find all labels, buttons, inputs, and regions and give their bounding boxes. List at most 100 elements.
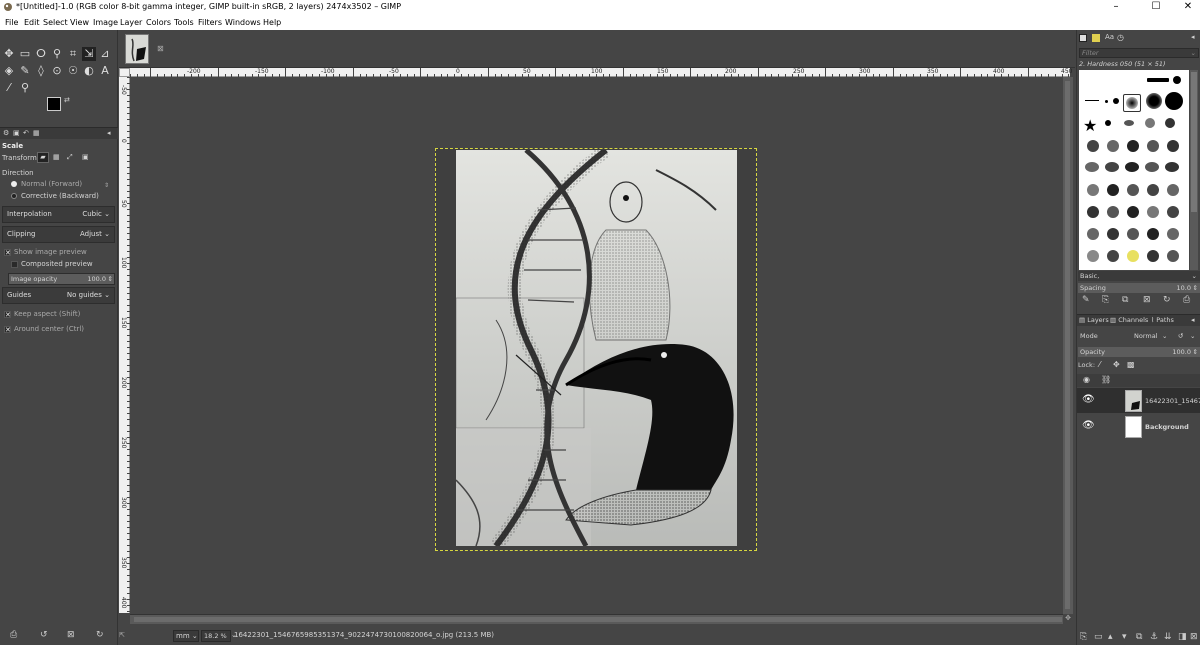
lock-alpha-icon[interactable]: ▩ [1127,360,1135,369]
horizontal-scrollbar[interactable] [130,614,1068,624]
refresh-brushes-icon[interactable]: ↻ [1163,295,1171,305]
menu-windows[interactable]: Windows [225,18,261,27]
panel-menu-icon[interactable]: ◂ [1191,33,1195,41]
duplicate-layer-icon[interactable]: ⧉ [1136,632,1142,642]
tool-options-tab-icon[interactable]: ⚙ [3,129,9,137]
eraser-icon[interactable]: ◊ [34,64,48,78]
navigate-icon[interactable]: ✥ [1063,614,1073,624]
keep-aspect-checkbox[interactable]: ✕ [4,311,11,319]
new-brush-icon[interactable]: ⎘ [1102,295,1109,305]
eye-icon[interactable]: 👁 [1082,420,1095,431]
direction-corrective-radio[interactable] [11,193,17,199]
transform-layer-icon[interactable]: ▰ [37,152,49,163]
delete-layer-icon[interactable]: ⊠ [1190,632,1198,642]
anchor-layer-icon[interactable]: ⚓ [1150,632,1158,642]
interpolation-select[interactable]: Interpolation Cubic ⌄ [2,206,115,223]
brush-scroll-thumb[interactable] [1191,72,1197,212]
image-tab-thumbnail[interactable] [125,34,149,64]
transform-path-icon[interactable]: ⤢ [67,153,73,162]
zoom-select[interactable]: 18.2 % [201,630,231,642]
swap-colors-icon[interactable]: ⇄ [64,96,70,104]
unit-select[interactable]: mm ⌄ [173,630,199,642]
close-tab-icon[interactable]: ⊠ [157,44,164,53]
brush-grid-scrollbar[interactable] [1190,70,1198,270]
panel-menu-icon[interactable]: ◂ [1191,316,1195,324]
layer-opacity-slider[interactable]: Opacity 100.0 ⇕ [1078,347,1200,357]
save-preset-icon[interactable]: ⎙ [10,630,17,640]
close-button[interactable]: ✕ [1176,0,1200,15]
menu-image[interactable]: Image [93,18,118,27]
move-tool-icon[interactable]: ✥ [2,47,16,61]
fonts-tab-icon[interactable]: Aa [1105,33,1114,41]
warp-icon[interactable]: ⊿ [98,47,112,61]
direction-reset-icon[interactable]: ⇕ [104,182,109,189]
merge-down-icon[interactable]: ⇊ [1164,632,1172,642]
spin-arrows-icon[interactable]: ⇕ [108,274,113,284]
layer-name[interactable]: Background [1145,423,1189,431]
brushes-tab-icon[interactable] [1079,34,1087,42]
new-layer-group-icon[interactable]: ▭ [1094,632,1103,642]
bucket-fill-icon[interactable]: ◈ [2,64,16,78]
duplicate-brush-icon[interactable]: ⧉ [1122,295,1128,305]
brush-preset-select[interactable]: Basic, ⌄ [1078,271,1200,281]
menu-help[interactable]: Help [263,18,281,27]
menu-file[interactable]: File [5,18,18,27]
rect-select-icon[interactable]: ▭ [18,47,32,61]
patterns-tab-icon[interactable] [1092,34,1100,42]
layer-row[interactable]: 👁 Background [1077,414,1200,439]
raise-layer-icon[interactable]: ▴ [1108,632,1113,642]
spin-arrows-icon[interactable]: ⇕ [1193,283,1198,293]
mode-reset-icon[interactable]: ↺ [1178,330,1183,342]
zoom-icon[interactable]: ⚲ [18,81,32,95]
vertical-scrollbar[interactable] [1063,77,1073,614]
transform-selection-icon[interactable]: ▦ [53,153,60,161]
layer-name[interactable]: 16422301_154676 [1145,397,1200,405]
delete-brush-icon[interactable]: ⊠ [1143,295,1151,305]
tab-paths[interactable]: ⌇ Paths [1151,316,1174,324]
reset-options-icon[interactable]: ↻ [96,630,104,640]
menu-filters[interactable]: Filters [198,18,222,27]
restore-preset-icon[interactable]: ↺ [40,630,48,640]
crop-icon[interactable]: ⌗ [66,47,80,61]
paintbrush-icon[interactable]: ✎ [18,64,32,78]
text-tool-icon[interactable]: A [98,64,112,78]
edit-brush-icon[interactable]: ✎ [1082,295,1090,305]
layer-mode-select[interactable]: Mode Normal ⌄ ↺ ⌄ [1078,330,1200,342]
brush-filter-input[interactable]: Filter ⌄ [1079,48,1199,58]
smudge-icon[interactable]: ☉ [66,64,80,78]
layer-row[interactable]: 👁 16422301_154676 [1077,388,1200,413]
open-brush-as-image-icon[interactable]: ⎙ [1183,295,1190,305]
show-preview-checkbox[interactable]: ✕ [4,249,11,257]
images-tab-icon[interactable]: ▦ [33,129,40,137]
new-layer-icon[interactable]: ⎘ [1080,632,1087,642]
mask-icon[interactable]: ◨ [1178,632,1187,642]
clipping-select[interactable]: Clipping Adjust ⌄ [2,226,115,243]
lower-layer-icon[interactable]: ▾ [1122,632,1127,642]
spacing-slider[interactable]: Spacing 10.0 ⇕ [1078,283,1200,293]
clone-icon[interactable]: ⊙ [50,64,64,78]
dodge-icon[interactable]: ◐ [82,64,96,78]
transform-image-icon[interactable]: ▣ [82,153,89,161]
eye-icon[interactable]: 👁 [1082,394,1095,405]
brush-grid[interactable]: ★ [1079,70,1189,270]
scale-tool-icon[interactable]: ⇲ [82,47,96,61]
document-history-tab-icon[interactable]: ◷ [1117,33,1124,42]
device-status-tab-icon[interactable]: ▣ [13,129,20,137]
vertical-scroll-thumb[interactable] [1065,81,1070,609]
lock-pixels-icon[interactable]: ⁄ [1099,360,1100,369]
menu-layer[interactable]: Layer [120,18,142,27]
color-picker-icon[interactable]: ⁄ [2,81,16,95]
maximize-button[interactable]: ☐ [1144,0,1168,15]
lasso-icon[interactable]: ⵔ [34,47,48,61]
delete-preset-icon[interactable]: ⊠ [67,630,75,640]
menu-tools[interactable]: Tools [174,18,194,27]
composited-preview-checkbox[interactable] [11,261,18,268]
fuzzy-select-icon[interactable]: ⚲ [50,47,64,61]
menu-edit[interactable]: Edit [24,18,40,27]
horizontal-scroll-thumb[interactable] [134,617,1062,622]
canvas-image[interactable] [456,150,737,546]
minimize-button[interactable]: – [1104,0,1128,15]
menu-colors[interactable]: Colors [146,18,171,27]
menu-view[interactable]: View [70,18,89,27]
quick-mask-corner[interactable] [119,68,130,77]
